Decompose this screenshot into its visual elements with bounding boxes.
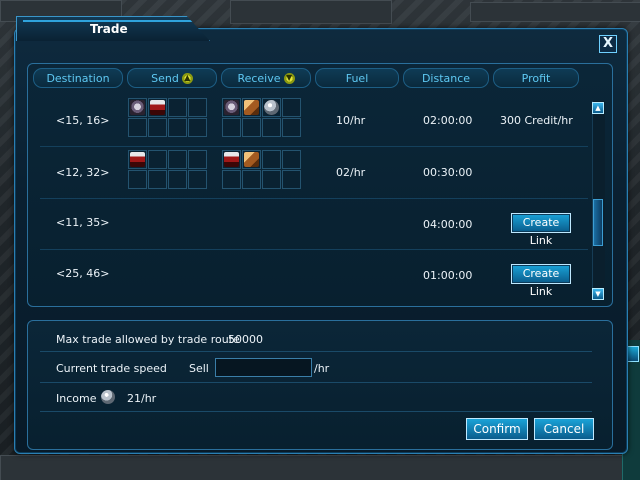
crate-item-icon <box>130 152 145 167</box>
scrollbar-thumb[interactable] <box>593 199 603 246</box>
distance-value: 00:30:00 <box>423 166 473 179</box>
item-slot[interactable] <box>222 170 241 189</box>
gear-item-icon <box>224 100 239 115</box>
gear-item-icon <box>130 100 145 115</box>
header-label: Send <box>151 71 179 85</box>
row-divider <box>40 249 588 250</box>
profit-value: 300 Credit/hr <box>500 114 573 127</box>
header-label: Profit <box>521 71 551 85</box>
distance-value: 01:00:00 <box>423 269 473 282</box>
item-slot[interactable] <box>128 170 147 189</box>
item-slot[interactable] <box>188 150 207 169</box>
scroll-down-button[interactable]: ▼ <box>592 288 604 300</box>
silver-coin-icon <box>101 390 115 404</box>
destination-coord: <12, 32> <box>56 166 110 179</box>
item-slot[interactable] <box>188 170 207 189</box>
confirm-button[interactable]: Confirm <box>466 418 528 440</box>
crate-item-icon <box>224 152 239 167</box>
up-arrow-icon: ▲ <box>181 72 193 84</box>
item-slot[interactable] <box>168 118 187 137</box>
item-slot[interactable] <box>168 170 187 189</box>
item-slot[interactable] <box>262 150 281 169</box>
down-arrow-icon: ▼ <box>283 72 295 84</box>
close-button[interactable]: X <box>599 35 617 53</box>
create-link-button[interactable]: Create Link <box>511 264 571 298</box>
fuel-value: 02/hr <box>336 166 366 179</box>
header-label: Fuel <box>345 71 369 85</box>
box-item-icon <box>244 100 259 115</box>
header-label: Distance <box>421 71 471 85</box>
header-send: Send ▲ <box>127 68 217 88</box>
summary-divider <box>40 411 592 412</box>
item-slot[interactable] <box>262 118 281 137</box>
trade-speed-label: Current trade speed <box>56 362 167 375</box>
max-trade-label: Max trade allowed by trade route <box>56 333 240 346</box>
item-slot[interactable] <box>282 150 301 169</box>
item-slot[interactable] <box>282 98 301 117</box>
item-slot[interactable] <box>282 170 301 189</box>
distance-value: 02:00:00 <box>423 114 473 127</box>
header-distance: Distance <box>403 68 489 88</box>
item-slot[interactable] <box>262 170 281 189</box>
item-slot[interactable] <box>168 98 187 117</box>
sell-label: Sell <box>189 362 209 375</box>
crate-item-icon <box>150 100 165 115</box>
summary-divider <box>40 382 592 383</box>
item-slot[interactable] <box>148 150 167 169</box>
row-divider <box>40 198 588 199</box>
header-destination: Destination <box>33 68 123 88</box>
income-value: 21/hr <box>127 392 157 405</box>
header-label: Receive <box>237 71 281 85</box>
header-profit: Profit <box>493 68 579 88</box>
item-slot[interactable] <box>242 118 261 137</box>
destination-coord: <11, 35> <box>56 216 110 229</box>
sell-amount-input[interactable] <box>215 358 312 377</box>
item-slot[interactable] <box>222 118 241 137</box>
create-link-button[interactable]: Create Link <box>511 213 571 247</box>
header-label: Destination <box>46 71 110 85</box>
scroll-up-button[interactable]: ▲ <box>592 102 604 114</box>
destination-coord: <15, 16> <box>56 114 110 127</box>
item-slot[interactable] <box>282 118 301 137</box>
summary-divider <box>40 351 592 352</box>
row-divider <box>40 146 588 147</box>
speed-unit: /hr <box>314 362 330 375</box>
item-slot[interactable] <box>148 170 167 189</box>
distance-value: 04:00:00 <box>423 218 473 231</box>
destination-coord: <25, 46> <box>56 267 110 280</box>
header-receive: Receive ▼ <box>221 68 311 88</box>
box-item-icon <box>244 152 259 167</box>
cancel-button[interactable]: Cancel <box>534 418 594 440</box>
item-slot[interactable] <box>148 118 167 137</box>
fuel-value: 10/hr <box>336 114 366 127</box>
max-trade-value: 50000 <box>228 333 263 346</box>
window-title: Trade <box>90 22 128 36</box>
item-slot[interactable] <box>188 98 207 117</box>
item-slot[interactable] <box>188 118 207 137</box>
item-slot[interactable] <box>168 150 187 169</box>
income-label: Income <box>56 392 97 405</box>
header-fuel: Fuel <box>315 68 399 88</box>
item-slot[interactable] <box>128 118 147 137</box>
orb-item-icon <box>264 100 279 115</box>
item-slot[interactable] <box>242 170 261 189</box>
